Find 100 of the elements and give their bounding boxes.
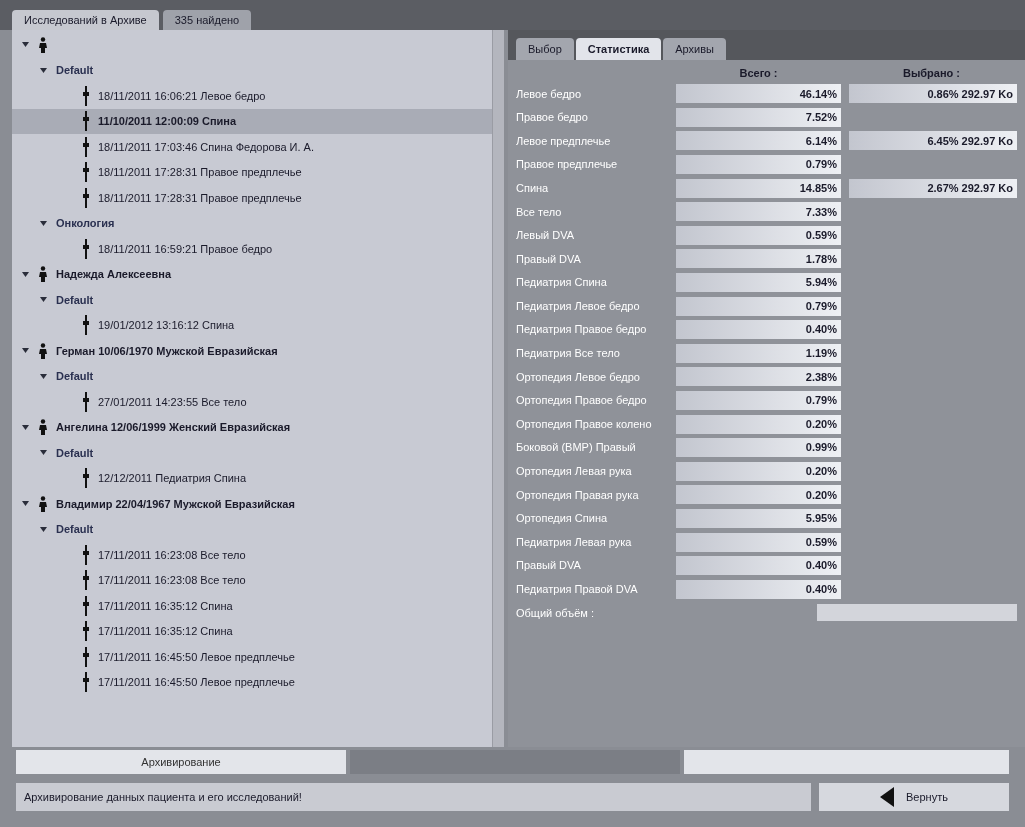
expand-arrow-icon[interactable] [22,42,30,48]
total-field: 0.79% [676,391,841,410]
person-icon [38,342,48,359]
total-field: 0.59% [676,225,841,245]
region-label: Педиатрия Левое бедро [516,298,641,314]
exam-row[interactable]: 12/12/2011 Педиатрия Спина [12,465,492,491]
back-arrow-icon [880,787,895,807]
exam-row[interactable]: 17/11/2011 16:35:12 Спина [12,618,492,644]
region-label: Ортопедия Правое бедро [516,393,648,409]
region-label: Педиатрия Левая рука [516,534,633,550]
region-label: Педиатрия Правое бедро [516,322,648,338]
total-field: 7.33% [676,202,841,222]
exam-row[interactable]: 18/11/2011 16:06:21 Левое бедро [12,83,492,109]
exam-row[interactable]: 17/11/2011 16:45:50 Левое предплечье [12,669,492,695]
group-label[interactable]: Default [56,521,94,538]
group-label[interactable]: Default [56,444,94,461]
expand-arrow-icon[interactable] [40,450,48,456]
person-icon [38,495,48,512]
total-field: 1.78% [676,249,841,269]
region-label: Левый DVA [516,228,576,244]
total-field: 6.14% [676,131,841,151]
person-icon [38,36,48,53]
total-field: 0.59% [676,532,841,552]
expand-arrow-icon[interactable] [40,67,48,73]
exam-row[interactable]: 18/11/2011 16:59:21 Правое бедро [12,236,492,262]
total-field: 2.38% [676,367,841,387]
region-label: Правое бедро [516,110,589,126]
total-field: 14.85% [676,178,841,198]
person-icon [38,419,48,436]
patient-name[interactable]: Ангелина 12/06/1999 Женский Евразийская [56,419,291,436]
total-field: 0.20% [676,461,841,481]
region-label: Ортопедия Правая рука [516,487,640,503]
expand-arrow-icon[interactable] [40,297,48,303]
archive-button[interactable]: Архивирование [16,750,346,774]
region-label: Спина [516,180,550,196]
patient-name[interactable]: Герман 10/06/1970 Мужской Евразийская [56,342,278,359]
total-field: 0.20% [676,414,841,434]
expand-arrow-icon[interactable] [40,373,48,379]
result-count: 335 найдено [162,9,252,30]
region-label: Ортопедия Левая рука [516,464,633,480]
expand-arrow-icon[interactable] [22,424,30,430]
person-icon [38,266,48,283]
expand-arrow-icon[interactable] [40,526,48,532]
status-message: Архивирование данных пациента и его исследований! [16,783,811,811]
back-button[interactable]: Вернуть [819,783,1009,811]
exam-row[interactable]: 19/01/2012 13:16:12 Спина [12,312,492,338]
tab[interactable]: Статистика [575,37,662,60]
selected-field: 2.67% 292.97 Ko [849,178,1017,198]
total-field: 0.40% [676,579,841,599]
exam-row[interactable]: 27/01/2011 14:23:55 Все тело [12,389,492,415]
total-field: 46.14% [676,84,841,104]
total-field: 0.99% [676,438,841,458]
region-label: Ортопедия Спина [516,511,609,527]
expand-arrow-icon[interactable] [22,348,30,354]
exam-row[interactable]: 17/11/2011 16:35:12 Спина [12,593,492,619]
exam-row[interactable]: 18/11/2011 17:03:46 Спина Федорова И. А. [12,134,492,160]
exam-row[interactable]: 17/11/2011 16:23:08 Все тело [12,542,492,568]
exam-row[interactable]: 17/11/2011 16:45:50 Левое предплечье [12,644,492,670]
column-header: Выбрано : [901,65,962,81]
region-label: Правый DVA [516,251,582,267]
total-field: 5.94% [676,273,841,293]
region-label: Педиатрия Правой DVA [516,582,639,597]
region-label: Ортопедия Левое бедро [516,369,641,385]
tab[interactable]: Выбор [516,37,574,60]
region-label: Левое предплечье [516,133,612,149]
expand-arrow-icon[interactable] [22,271,30,277]
patient-name[interactable]: Надежда Алексеевна [56,266,172,283]
group-label[interactable]: Онкология [56,215,115,232]
total-field: 0.40% [676,556,841,576]
group-label[interactable]: Default [56,62,94,79]
selected-field: 6.45% 292.97 Ko [849,131,1017,151]
exam-row[interactable]: 11/10/2011 12:00:09 Спина [12,108,492,134]
region-label: Правое предплечье [516,157,619,173]
region-label: Педиатрия Спина [516,275,608,291]
header-title: Исследований в Архиве [12,9,159,30]
exam-row[interactable]: 18/11/2011 17:28:31 Правое предплечье [12,185,492,211]
patient-name[interactable]: Владимир 22/04/1967 Мужской Евразийская [56,495,295,512]
total-field: 7.52% [676,107,841,127]
total-label: Общий объём : [516,605,595,621]
exam-row[interactable]: 17/11/2011 16:23:08 Все тело [12,567,492,593]
region-label: Боковой (ВМР) Правый [516,440,637,456]
region-label: Все тело [516,204,563,220]
exam-row[interactable]: 18/11/2011 17:28:31 Правое предплечье [12,159,492,185]
column-header: Всего : [738,65,779,81]
tab[interactable]: Архивы [663,37,726,60]
total-field: 1.19% [676,343,841,363]
total-field: 0.20% [676,485,841,505]
expand-arrow-icon[interactable] [40,220,48,226]
region-label: Правый DVA [516,558,582,574]
region-label: Педиатрия Все тело [516,346,621,362]
region-label: Левое бедро [516,86,583,102]
group-label[interactable]: Default [56,368,94,385]
total-field: 0.79% [676,155,841,175]
total-field: 0.79% [676,296,841,316]
selected-field: 0.86% 292.97 Ko [849,84,1017,104]
scrollbar[interactable] [492,30,504,747]
expand-arrow-icon[interactable] [22,501,30,507]
region-label: Ортопедия Правое колено [516,416,653,432]
group-label[interactable]: Default [56,291,94,308]
total-field: 0.40% [676,320,841,340]
